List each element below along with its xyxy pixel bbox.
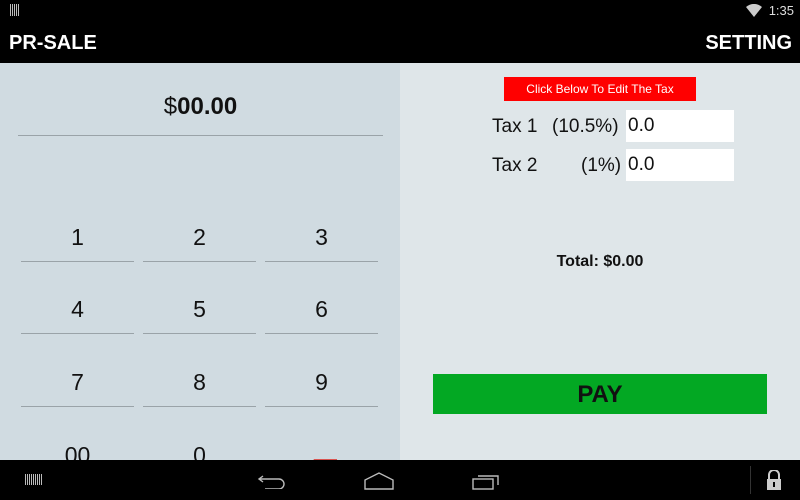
pay-button[interactable]: PAY: [433, 374, 767, 414]
keypad-panel: $00.00 1 2 3 4 5 6 7 8 9 00 0: [0, 63, 400, 481]
key-7[interactable]: 7: [21, 358, 134, 407]
key-3[interactable]: 3: [265, 213, 378, 262]
recent-apps-icon[interactable]: [472, 472, 500, 490]
tax-panel: Click Below To Edit The Tax Tax 1 (10.5%…: [400, 63, 800, 460]
key-5[interactable]: 5: [143, 285, 256, 334]
lock-icon[interactable]: [766, 470, 782, 490]
app-title: PR-SALE: [9, 32, 97, 54]
barcode-notification-icon: [10, 4, 19, 16]
tax2-rate: (1%): [581, 155, 622, 176]
amount-value: 00.00: [177, 93, 238, 120]
key-2[interactable]: 2: [143, 213, 256, 262]
tax2-input[interactable]: [626, 149, 734, 181]
nav-divider: [750, 466, 751, 494]
tax2-label: Tax 2: [492, 155, 538, 176]
total-label: Total: $0.00: [556, 253, 644, 270]
status-bar: 1:35: [0, 0, 800, 22]
key-4[interactable]: 4: [21, 285, 134, 334]
navigation-bar: [0, 460, 800, 500]
key-8[interactable]: 8: [143, 358, 256, 407]
barcode-icon[interactable]: [25, 474, 43, 485]
tax1-label: Tax 1: [492, 116, 538, 137]
edit-tax-banner: Click Below To Edit The Tax: [504, 77, 696, 101]
tax1-input[interactable]: [626, 110, 734, 142]
amount-display: $00.00: [18, 93, 383, 136]
tax1-rate: (10.5%): [552, 116, 619, 137]
action-bar: PR-SALE SETTING: [0, 22, 800, 63]
key-6[interactable]: 6: [265, 285, 378, 334]
home-icon[interactable]: [363, 472, 395, 490]
key-9[interactable]: 9: [265, 358, 378, 407]
clock: 1:35: [768, 3, 794, 18]
key-1[interactable]: 1: [21, 213, 134, 262]
wifi-icon: [746, 4, 762, 17]
back-icon[interactable]: [257, 473, 287, 489]
setting-button[interactable]: SETTING: [705, 32, 792, 55]
currency-symbol: $: [163, 93, 178, 120]
